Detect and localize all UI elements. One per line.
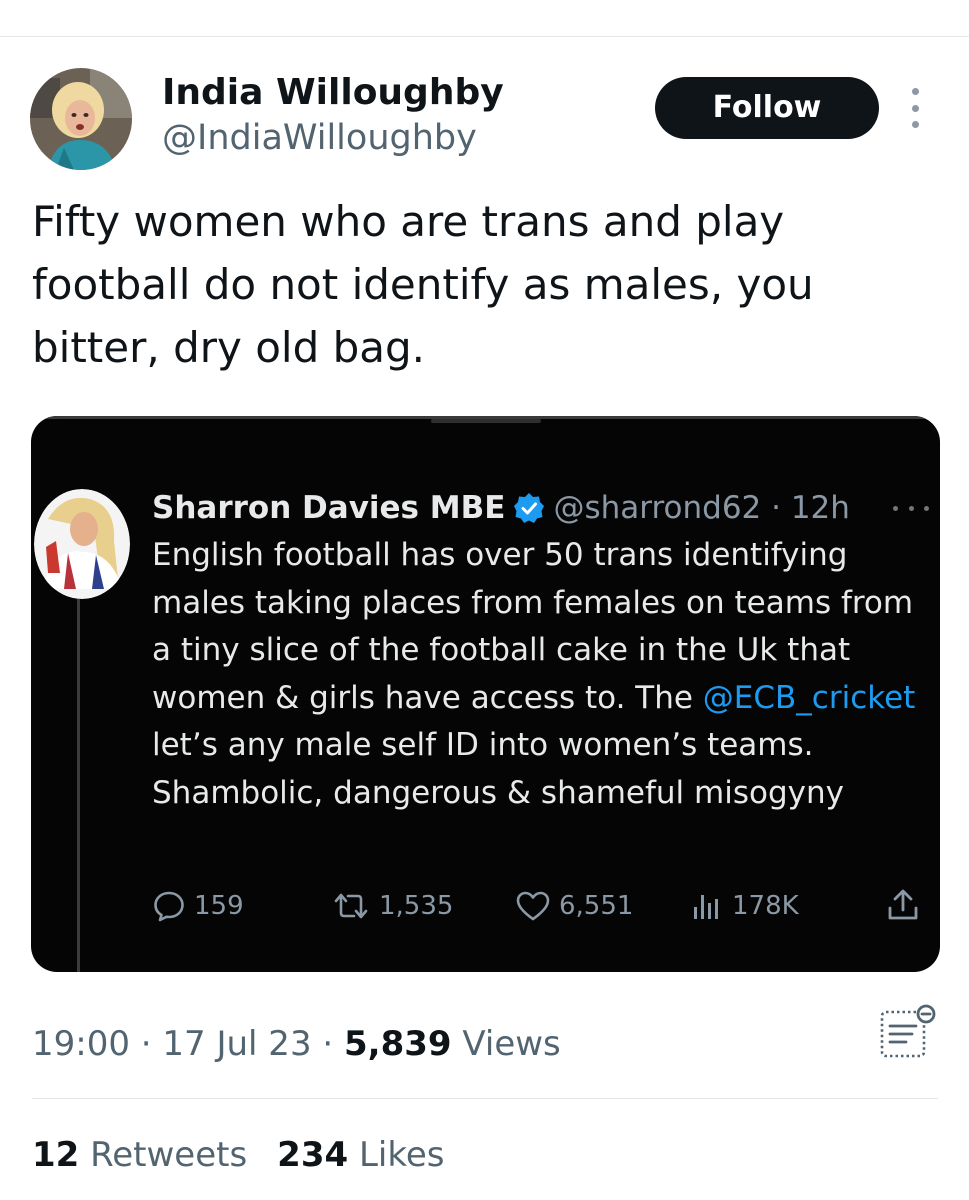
author-avatar[interactable] xyxy=(30,68,132,170)
quote-author-name: Sharron Davies MBE xyxy=(152,490,506,526)
quote-views: 178K xyxy=(690,886,799,926)
follow-button[interactable]: Follow xyxy=(655,77,879,139)
tweet-text: Fifty women who are trans and play footb… xyxy=(32,197,814,372)
engagement-stats: 12 Retweets 234 Likes xyxy=(32,1135,444,1175)
views-label: Views xyxy=(451,1024,561,1064)
tweet-page: India Willoughby @IndiaWilloughby Follow… xyxy=(0,0,969,1200)
quote-text-part: let’s any male self ID into women’s team… xyxy=(152,727,844,811)
retweets-count: 1,535 xyxy=(379,891,454,921)
quote-handle-time: @sharrond62 · 12h xyxy=(553,490,850,526)
quote-header: Sharron Davies MBE @sharrond62 · 12h xyxy=(152,488,850,528)
likes-total: 234 xyxy=(277,1135,349,1175)
views-icon xyxy=(694,895,718,919)
retweets-label: Retweets xyxy=(79,1135,248,1175)
views-count-total: 5,839 xyxy=(344,1024,452,1064)
timestamp[interactable]: 19:00 · 17 Jul 23 · xyxy=(32,1024,344,1064)
retweet-icon xyxy=(334,893,368,919)
quote-replies: 159 xyxy=(152,886,244,926)
quote-more-icon xyxy=(893,504,929,512)
more-icon[interactable] xyxy=(903,88,927,128)
likes-count: 6,551 xyxy=(559,891,634,921)
thread-line xyxy=(77,598,80,972)
verified-badge-icon xyxy=(513,492,545,524)
views-count: 178K xyxy=(732,891,799,921)
retweets-total: 12 xyxy=(32,1135,80,1175)
divider xyxy=(32,1098,938,1099)
retweets-link[interactable]: 12 Retweets xyxy=(32,1135,247,1175)
analytics-icon[interactable] xyxy=(876,1000,940,1064)
quote-likes: 6,551 xyxy=(515,886,633,926)
tweet-meta: 19:00 · 17 Jul 23 · 5,839 Views xyxy=(32,1024,561,1064)
share-icon xyxy=(886,888,920,922)
card-top-mark xyxy=(431,419,541,423)
replies-count: 159 xyxy=(194,891,244,921)
author-name[interactable]: India Willoughby xyxy=(162,72,504,113)
top-divider xyxy=(0,36,969,37)
quote-mention-link[interactable]: @ECB_cricket xyxy=(703,680,916,716)
like-icon xyxy=(516,891,550,921)
reply-icon xyxy=(154,891,184,922)
likes-label: Likes xyxy=(348,1135,445,1175)
author-handle[interactable]: @IndiaWilloughby xyxy=(162,118,477,158)
quote-retweets: 1,535 xyxy=(331,886,453,926)
quoted-tweet-card[interactable]: Sharron Davies MBE @sharrond62 · 12h Eng… xyxy=(31,416,940,972)
quote-text: English football has over 50 trans ident… xyxy=(152,532,932,817)
likes-link[interactable]: 234 Likes xyxy=(277,1135,444,1175)
quote-author-avatar xyxy=(34,489,130,599)
